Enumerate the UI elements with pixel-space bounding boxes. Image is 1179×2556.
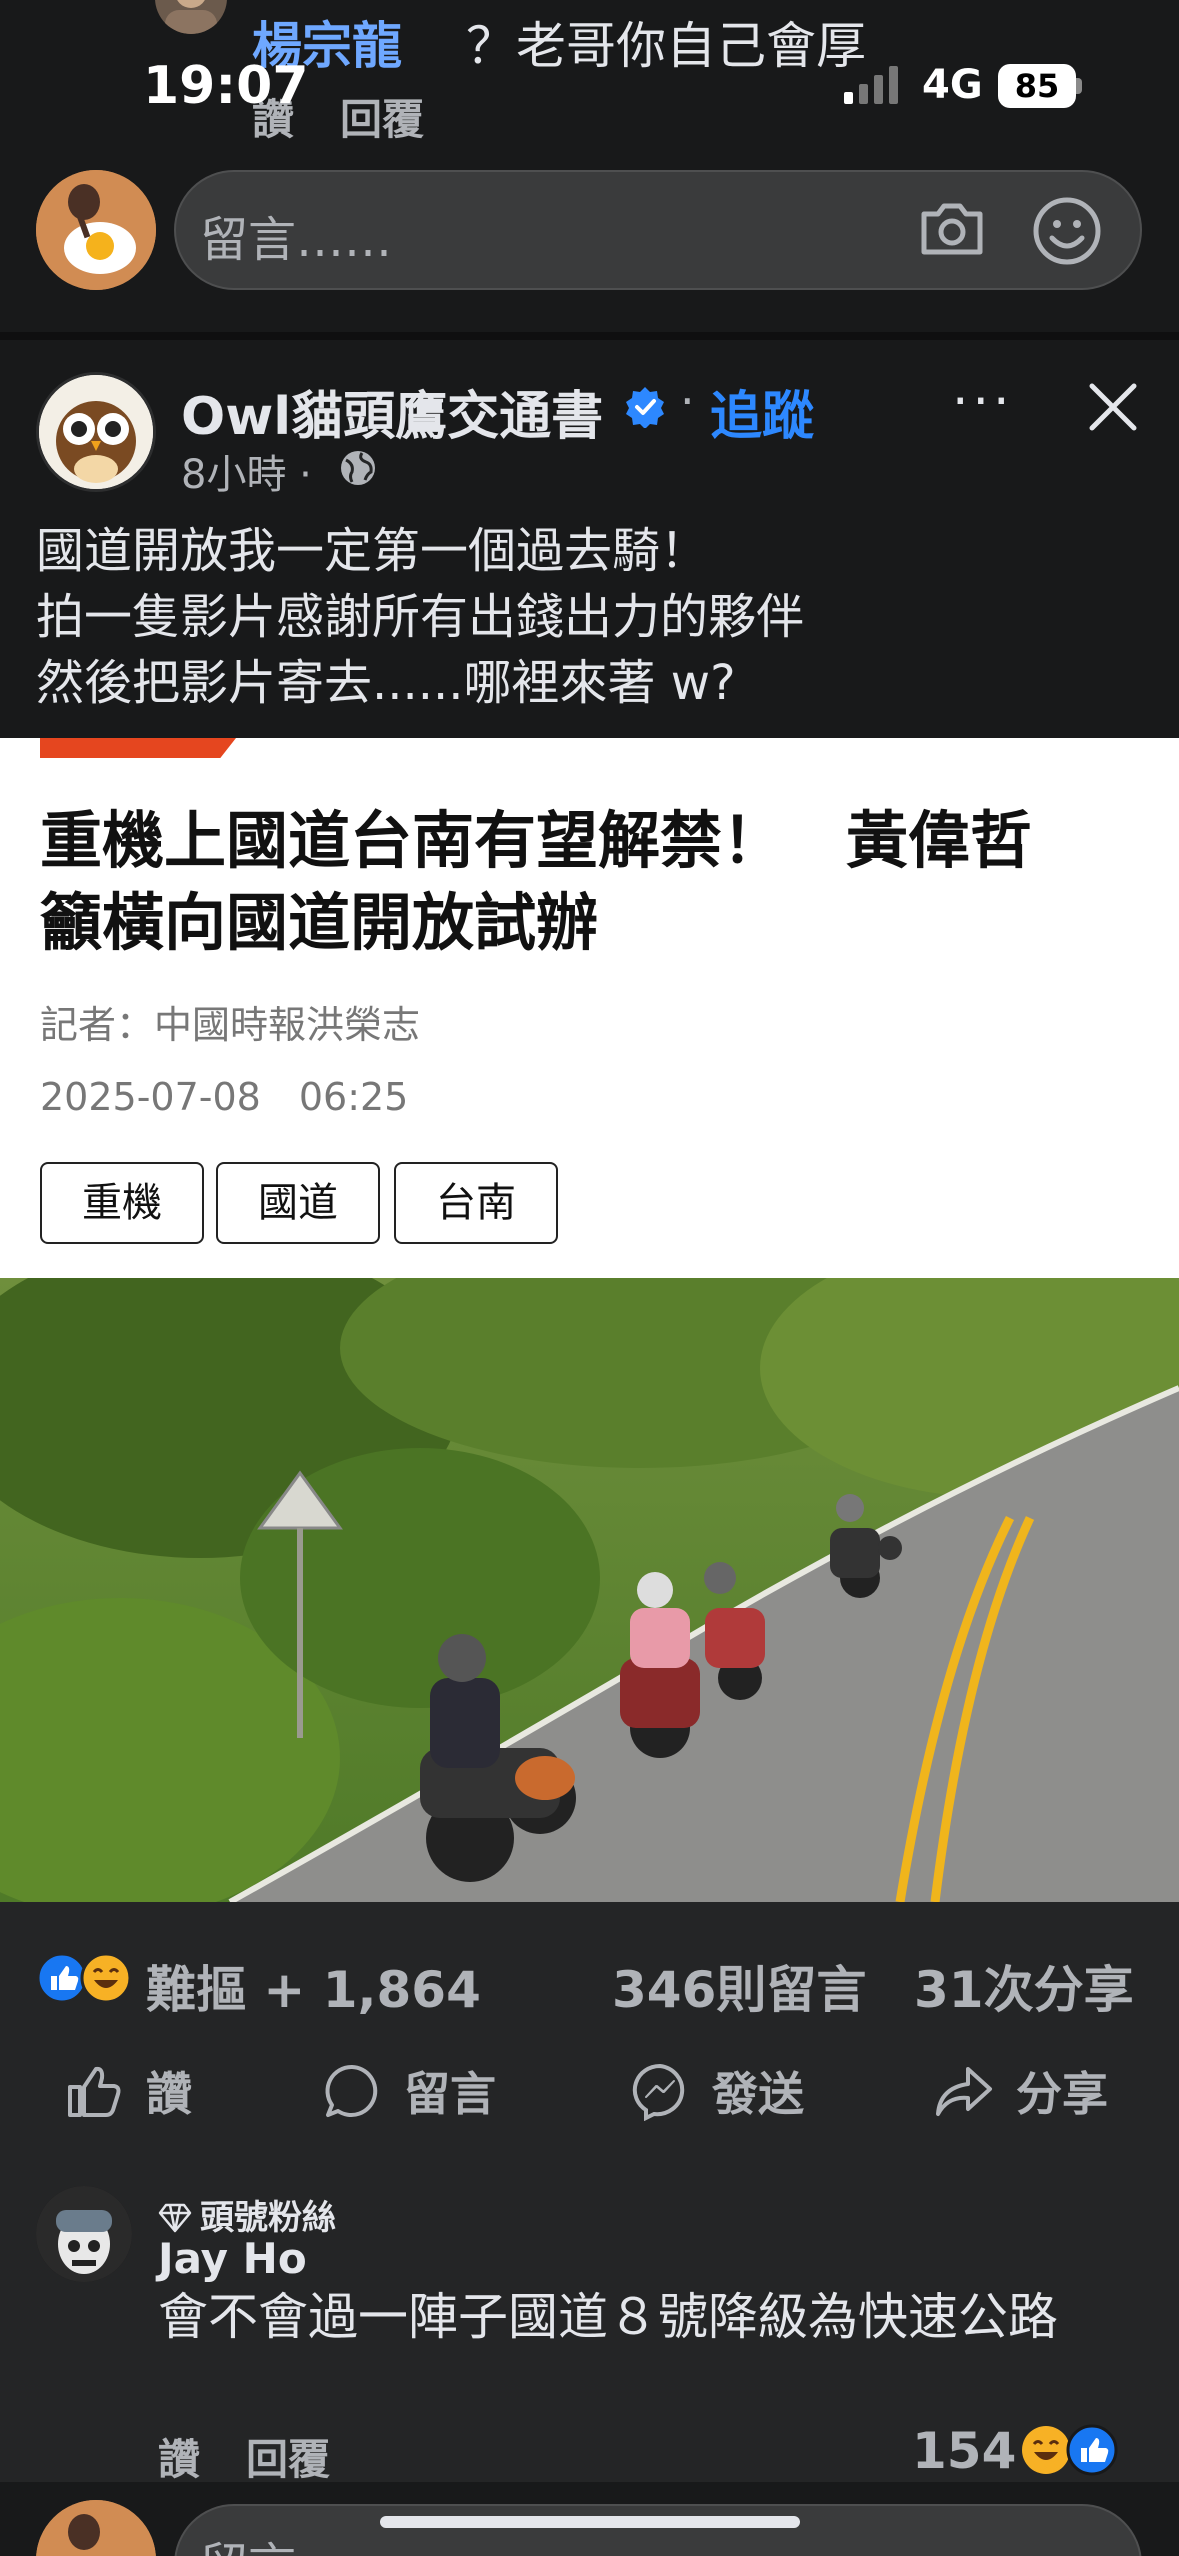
verified-badge-icon xyxy=(626,387,664,428)
top-fan-badge-label: 頭號粉絲 xyxy=(200,2198,336,2238)
my-avatar[interactable] xyxy=(36,170,156,290)
page-avatar[interactable] xyxy=(36,372,156,492)
messenger-icon xyxy=(632,2063,685,2121)
top-fan-badge: 頭號粉絲 xyxy=(158,2190,336,2239)
commenter-avatar[interactable] xyxy=(36,2186,132,2282)
follow-separator: · xyxy=(680,374,695,428)
prev-reply-link[interactable]: 回覆 xyxy=(340,95,424,144)
camera-icon[interactable] xyxy=(918,198,986,260)
more-options-button[interactable]: ··· xyxy=(952,372,1014,432)
comment-reaction-icons[interactable] xyxy=(1020,2424,1122,2476)
comment-text: 會不會過一陣子國道８號降級為快速公路 xyxy=(158,2288,1058,2346)
page-name[interactable]: Owl貓頭鷹交通書 xyxy=(181,374,603,449)
article-accent-bar xyxy=(40,738,236,758)
battery-tip xyxy=(1076,78,1082,94)
send-button[interactable]: 發送 xyxy=(630,2056,804,2126)
post-timestamp[interactable]: 8小時 · xyxy=(181,442,312,500)
status-time: 19:07 xyxy=(143,56,309,116)
reaction-icons[interactable] xyxy=(36,1952,136,2004)
comment-reaction-count[interactable]: 154 xyxy=(912,2422,1016,2480)
network-type: 4G xyxy=(922,62,983,108)
comment-count[interactable]: 346則留言 xyxy=(612,1950,866,2022)
diamond-icon xyxy=(158,2203,192,2233)
close-icon[interactable] xyxy=(1086,380,1140,434)
signal-icon xyxy=(844,66,898,104)
reaction-summary[interactable]: 難摳 + 1,864 xyxy=(146,1950,481,2022)
home-indicator[interactable] xyxy=(380,2516,800,2528)
article-tag: 台南 xyxy=(394,1162,558,1244)
share-icon xyxy=(936,2067,992,2116)
comment-input-placeholder[interactable]: 留言…… xyxy=(200,200,392,270)
article-date: 2025-07-08 06:25 xyxy=(40,1075,409,1119)
comment-icon xyxy=(325,2064,378,2117)
like-button[interactable]: 讚 xyxy=(64,2056,192,2126)
post-body-text: 國道開放我一定第一個過去騎！ 拍一隻影片感謝所有出錢出力的夥伴 然後把影片寄去.… xyxy=(36,523,805,711)
comment-button[interactable]: 留言 xyxy=(322,2056,496,2126)
my-avatar-bottom[interactable] xyxy=(36,2500,156,2556)
battery-indicator: 85 xyxy=(998,64,1076,108)
prev-commenter-avatar[interactable] xyxy=(155,0,227,34)
comment-actions: 讚回覆 xyxy=(158,2426,376,2487)
like-icon xyxy=(68,2066,121,2117)
bottom-comment-placeholder[interactable]: 留言…… xyxy=(200,2526,392,2556)
globe-icon xyxy=(341,451,375,485)
article-reporter: 記者：中國時報洪榮志 xyxy=(40,1003,421,1047)
share-count[interactable]: 31次分享 xyxy=(914,1950,1134,2022)
comment-reply-link[interactable]: 回覆 xyxy=(246,2435,330,2484)
comment-label: 留言 xyxy=(404,2067,496,2121)
emoji-icon[interactable] xyxy=(1032,196,1102,266)
article-title: 重機上國道台南有望解禁！ 黃偉哲 籲橫向國道開放試辦 xyxy=(40,804,1033,959)
like-label: 讚 xyxy=(146,2067,192,2121)
send-label: 發送 xyxy=(712,2067,804,2121)
share-button[interactable]: 分享 xyxy=(934,2056,1108,2126)
prev-comment-text: ？老哥你自己會厚 xyxy=(466,17,866,75)
comment-like-link[interactable]: 讚 xyxy=(158,2435,200,2484)
article-tag: 國道 xyxy=(216,1162,380,1244)
commenter-name[interactable]: Jay Ho xyxy=(158,2234,307,2283)
share-label: 分享 xyxy=(1016,2067,1108,2121)
follow-button[interactable]: 追蹤 xyxy=(710,374,814,449)
motorcycle-road-photo[interactable] xyxy=(0,1278,1179,1902)
post-divider xyxy=(0,332,1179,340)
article-tag: 重機 xyxy=(40,1162,204,1244)
